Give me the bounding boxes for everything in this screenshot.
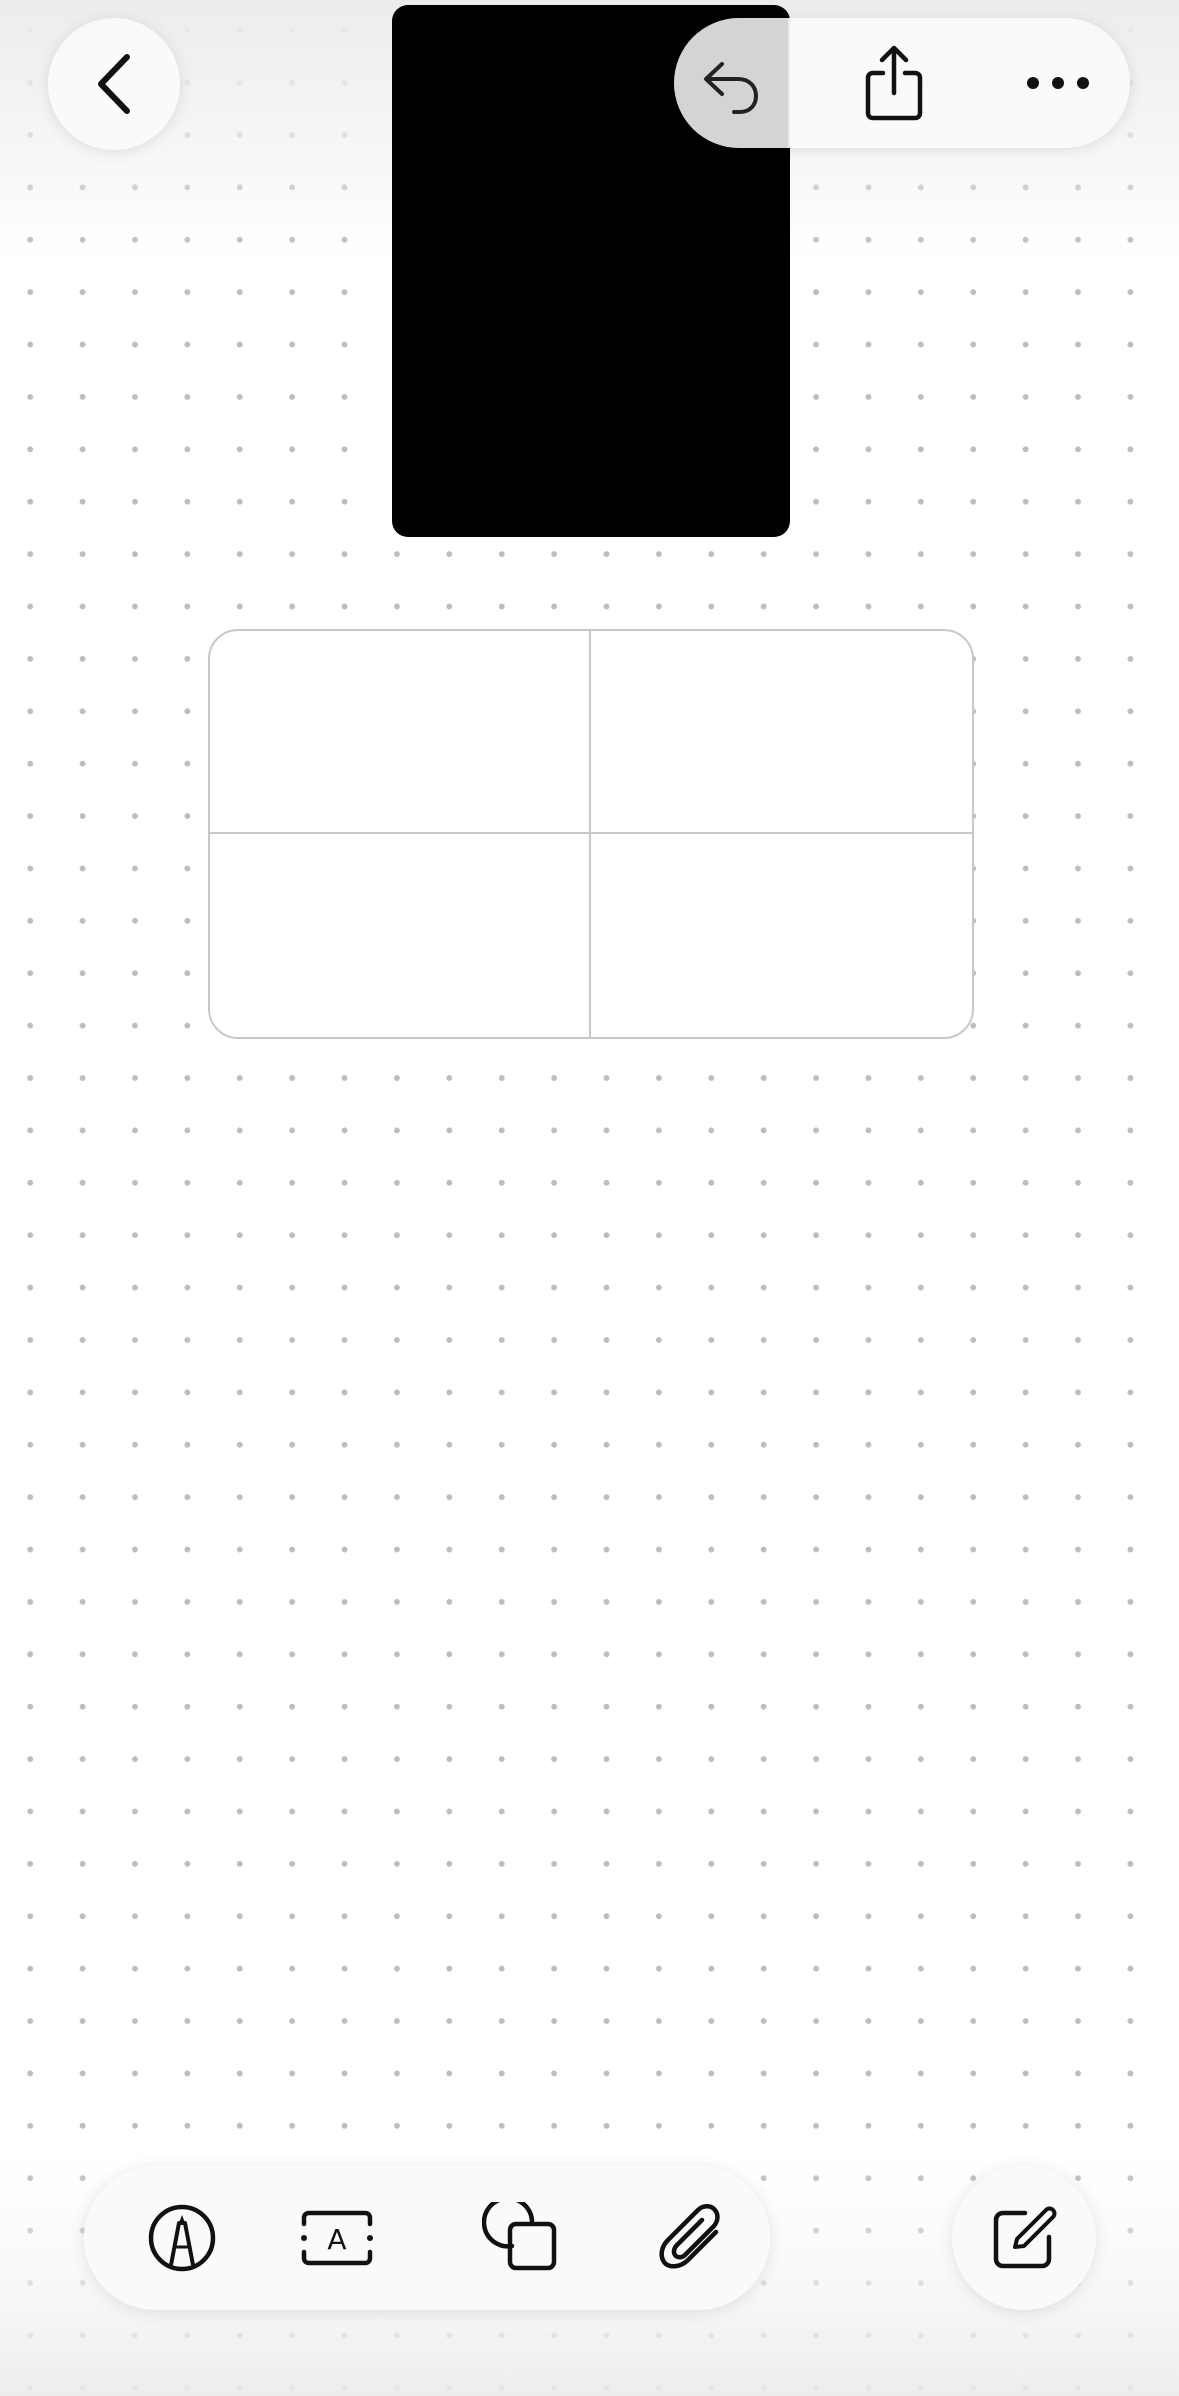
text-tool-glyph: A: [327, 2223, 346, 2256]
more-button[interactable]: [998, 18, 1118, 148]
compose-button[interactable]: [952, 2166, 1096, 2310]
pen-tool-button[interactable]: [122, 2166, 242, 2310]
top-toolbar: [674, 18, 1130, 148]
ellipsis-icon: [1025, 75, 1091, 91]
shapes-icon: [482, 2202, 558, 2274]
table-cell[interactable]: [591, 834, 972, 1037]
table-cell[interactable]: [210, 834, 591, 1037]
chevron-left-icon: [91, 51, 137, 117]
text-box-icon: A: [298, 2208, 376, 2268]
share-button[interactable]: [834, 18, 954, 148]
paperclip-icon: [658, 2202, 728, 2274]
attach-button[interactable]: [633, 2166, 753, 2310]
pen-tip-icon: [147, 2203, 217, 2273]
text-tool-button[interactable]: A: [277, 2166, 397, 2310]
compose-icon: [991, 2205, 1057, 2271]
back-button[interactable]: [48, 18, 180, 150]
table-widget[interactable]: [208, 629, 974, 1039]
bottom-toolbar: A: [84, 2166, 770, 2310]
table-cell[interactable]: [210, 631, 591, 834]
share-icon: [863, 45, 925, 121]
undo-arrow-icon: [698, 50, 764, 116]
table-cell[interactable]: [591, 631, 972, 834]
shapes-tool-button[interactable]: [460, 2166, 580, 2310]
